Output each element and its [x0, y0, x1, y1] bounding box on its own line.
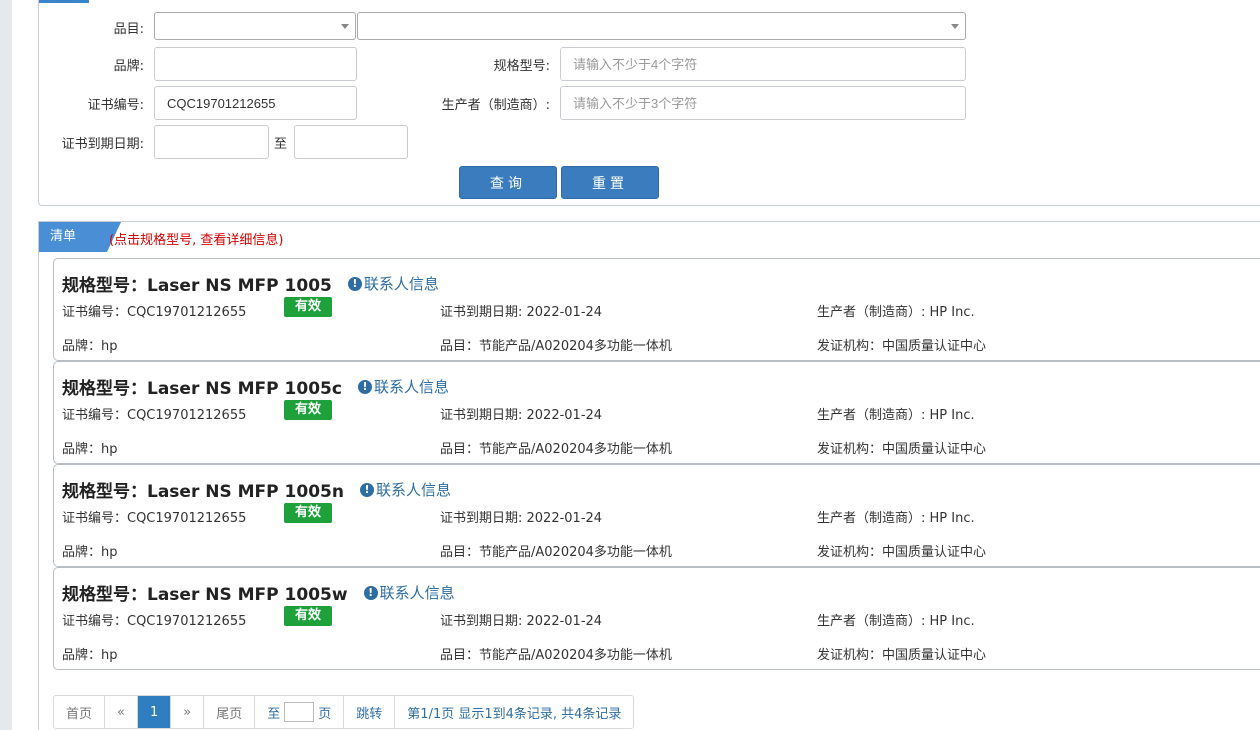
expiry-label: 证书到期日期:: [61, 136, 144, 152]
contact-label: 联系人信息: [373, 378, 449, 396]
cert-label: 证书编号:: [87, 97, 144, 113]
cert-number: 证书编号：CQC19701212655: [62, 305, 247, 320]
jump-button[interactable]: 跳转: [344, 696, 396, 728]
expiry-end-input[interactable]: [294, 125, 408, 159]
status-badge: 有效: [284, 503, 332, 523]
info-icon: !: [359, 482, 374, 497]
maker-label: 生产者（制造商）:: [441, 97, 550, 113]
status-badge: 有效: [284, 606, 332, 626]
model-title-link[interactable]: 规格型号：Laser NS MFP 1005w: [62, 580, 348, 605]
result-card: 规格型号：Laser NS MFP 1005n! 联系人信息 证书编号：CQC19…: [53, 464, 1260, 567]
maker: 生产者（制造商）: HP Inc.: [817, 305, 975, 320]
pagination: 首页 « 1 » 尾页 至 页 跳转 第1/1页 显示1到4条记录, 共4条记录: [53, 695, 635, 729]
contact-info-link[interactable]: ! 联系人信息: [363, 582, 455, 603]
info-icon: !: [363, 585, 378, 600]
info-icon: !: [357, 379, 372, 394]
category: 品目：节能产品/A020204多功能一体机: [440, 339, 672, 354]
status-badge: 有效: [284, 297, 332, 317]
brand-input[interactable]: [154, 47, 357, 81]
category: 品目：节能产品/A020204多功能一体机: [440, 648, 672, 663]
page-1-button[interactable]: 1: [137, 696, 172, 728]
brand: 品牌：hp: [62, 648, 118, 663]
last-page-button[interactable]: 尾页: [204, 696, 256, 728]
model-title-link[interactable]: 规格型号：Laser NS MFP 1005: [62, 271, 332, 296]
panel-tab-accent: [39, 0, 89, 3]
issuer: 发证机构：中国质量认证中心: [817, 442, 987, 457]
reset-button[interactable]: 重置: [561, 166, 659, 199]
expiry-date: 证书到期日期: 2022-01-24: [440, 408, 603, 423]
cert-number: 证书编号：CQC19701212655: [62, 614, 247, 629]
query-button[interactable]: 查询: [459, 166, 557, 199]
maker-input[interactable]: [560, 86, 966, 120]
info-icon: !: [347, 276, 362, 291]
list-hint: (点击规格型号, 查看详细信息): [109, 233, 284, 248]
expiry-date: 证书到期日期: 2022-01-24: [440, 511, 603, 526]
issuer: 发证机构：中国质量认证中心: [817, 648, 987, 663]
expiry-to-label: 至: [274, 137, 288, 152]
contact-info-link[interactable]: ! 联系人信息: [359, 479, 451, 500]
maker: 生产者（制造商）: HP Inc.: [817, 614, 975, 629]
maker: 生产者（制造商）: HP Inc.: [817, 408, 975, 423]
category-label: 品目:: [113, 21, 144, 37]
first-page-button[interactable]: 首页: [54, 696, 106, 728]
category: 品目：节能产品/A020204多功能一体机: [440, 442, 672, 457]
next-page-button[interactable]: »: [171, 696, 205, 728]
maker: 生产者（制造商）: HP Inc.: [817, 511, 975, 526]
result-card: 规格型号：Laser NS MFP 1005w! 联系人信息 证书编号：CQC19…: [53, 567, 1260, 670]
brand: 品牌：hp: [62, 442, 118, 457]
category: 品目：节能产品/A020204多功能一体机: [440, 545, 672, 560]
expiry-start-input[interactable]: [154, 125, 269, 159]
chevron-down-icon: [951, 24, 959, 29]
category-select-secondary[interactable]: [357, 12, 966, 40]
expiry-date: 证书到期日期: 2022-01-24: [440, 614, 603, 629]
model-title-link[interactable]: 规格型号：Laser NS MFP 1005n: [62, 477, 344, 502]
contact-info-link[interactable]: ! 联系人信息: [347, 273, 439, 294]
cert-number: 证书编号：CQC19701212655: [62, 511, 247, 526]
contact-label: 联系人信息: [379, 584, 455, 602]
brand: 品牌：hp: [62, 545, 118, 560]
brand: 品牌：hp: [62, 339, 118, 354]
expiry-date: 证书到期日期: 2022-01-24: [440, 305, 603, 320]
contact-info-link[interactable]: ! 联系人信息: [357, 376, 449, 397]
cert-input[interactable]: [154, 86, 357, 120]
page-summary: 第1/1页 显示1到4条记录, 共4条记录: [407, 706, 622, 722]
model-input[interactable]: [560, 47, 966, 81]
cert-number: 证书编号：CQC19701212655: [62, 408, 247, 423]
contact-label: 联系人信息: [363, 275, 439, 293]
model-title-link[interactable]: 规格型号：Laser NS MFP 1005c: [62, 374, 342, 399]
category-select-primary[interactable]: [154, 12, 356, 40]
result-card: 规格型号：Laser NS MFP 1005c! 联系人信息 证书编号：CQC19…: [53, 361, 1260, 464]
brand-label: 品牌:: [113, 58, 144, 74]
goto-suffix: 页: [318, 706, 332, 722]
goto-page-input[interactable]: [284, 702, 315, 722]
left-gutter: [0, 0, 12, 730]
status-badge: 有效: [284, 400, 332, 420]
result-card: 规格型号：Laser NS MFP 1005! 联系人信息 证书编号：CQC197…: [53, 258, 1260, 361]
model-label: 规格型号:: [493, 58, 550, 74]
contact-label: 联系人信息: [375, 481, 451, 499]
goto-prefix: 至: [267, 706, 281, 722]
chevron-down-icon: [341, 24, 349, 29]
issuer: 发证机构：中国质量认证中心: [817, 545, 987, 560]
list-tab: 清单: [39, 222, 121, 252]
issuer: 发证机构：中国质量认证中心: [817, 339, 987, 354]
goto-page-group: 至 页: [255, 696, 345, 728]
prev-page-button[interactable]: «: [105, 696, 138, 728]
